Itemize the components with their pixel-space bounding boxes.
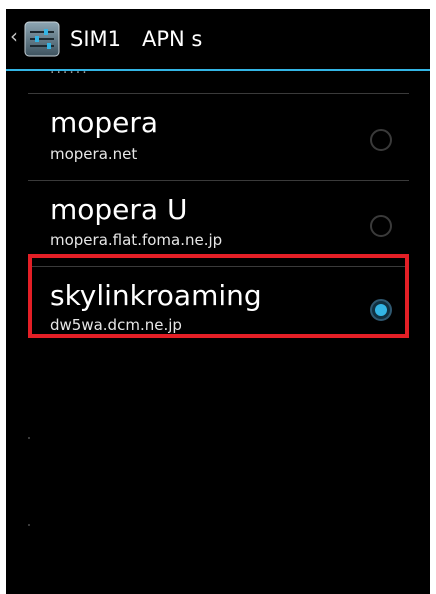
apn-radio-button[interactable] — [370, 129, 392, 151]
list-item-mopera[interactable]: mopera mopera.net — [28, 94, 409, 180]
settings-icon[interactable] — [23, 21, 61, 57]
up-caret-icon[interactable]: ‹ — [10, 25, 20, 47]
apn-address: mopera.net — [50, 145, 138, 163]
apn-name: mopera — [50, 106, 159, 139]
faint-dot — [28, 437, 30, 439]
apn-address: mopera.flat.foma.ne.jp — [50, 231, 223, 249]
partial-item-text: ...... — [50, 71, 150, 77]
apn-radio-button[interactable] — [370, 215, 392, 237]
highlight-box — [28, 254, 409, 338]
apn-name: mopera U — [50, 193, 188, 226]
list-item-partial[interactable]: ...... — [50, 71, 150, 79]
faint-dot — [28, 524, 30, 526]
action-bar: ‹ SIM1 APN s — [6, 9, 430, 69]
page-title: SIM1 APN s — [70, 27, 203, 51]
